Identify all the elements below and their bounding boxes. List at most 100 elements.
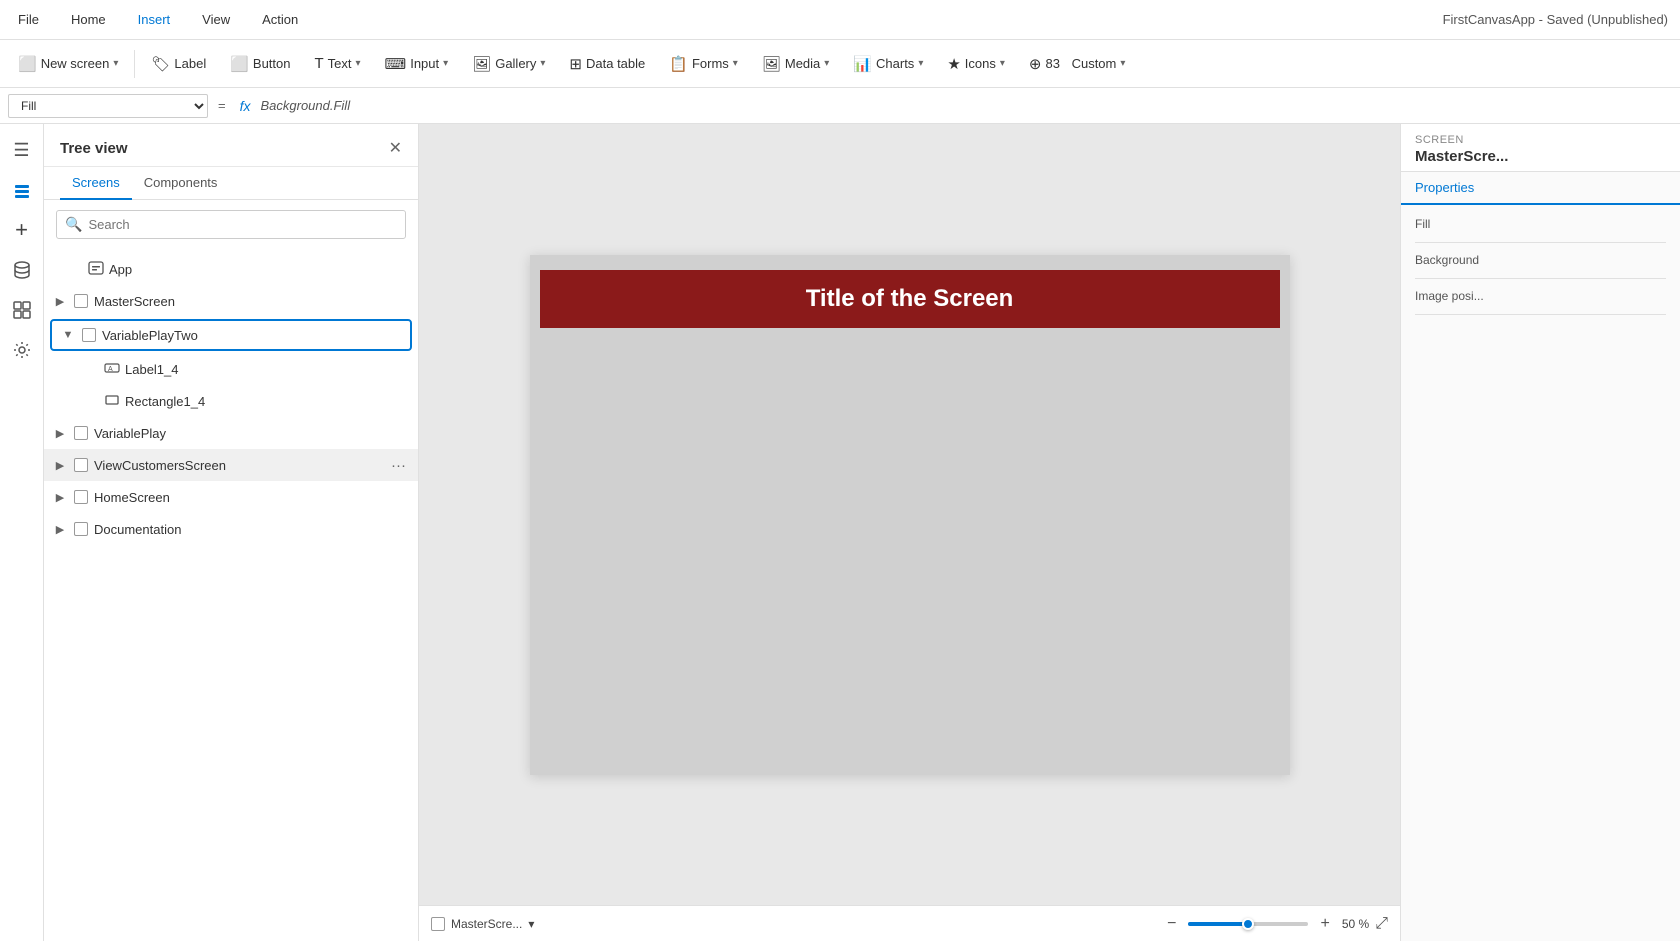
toolbar: ⬜ New screen ▾ 🏷 Label ⬜ Button T Text ▾… bbox=[0, 40, 1680, 88]
tree-item-documentation[interactable]: ▶ Documentation bbox=[44, 513, 418, 545]
zoom-percentage: 50 % bbox=[1342, 917, 1369, 931]
prop-imagepos-label: Image posi... bbox=[1415, 289, 1666, 303]
tree-item-rectangle1-4-label: Rectangle1_4 bbox=[125, 394, 205, 409]
homescreen-checkbox[interactable] bbox=[74, 490, 88, 504]
equals-icon: = bbox=[214, 98, 230, 113]
search-input[interactable] bbox=[88, 217, 397, 232]
text-button[interactable]: T Text ▾ bbox=[305, 50, 371, 77]
fullscreen-button[interactable]: ⤢ bbox=[1375, 915, 1388, 933]
button-button[interactable]: ⬜ Button bbox=[220, 50, 300, 78]
zoom-out-button[interactable]: − bbox=[1161, 913, 1182, 935]
chevron-right-icon: ▶ bbox=[52, 293, 68, 309]
prop-background: Background bbox=[1415, 253, 1666, 279]
input-button[interactable]: ⌨ Input ▾ bbox=[375, 50, 459, 78]
no-chevron bbox=[88, 393, 104, 409]
input-icon: ⌨ bbox=[385, 55, 407, 73]
icons-button[interactable]: ★ Icons ▾ bbox=[937, 50, 1015, 78]
text-icon: T bbox=[315, 55, 324, 72]
tree-item-viewcustomersscreen-label: ViewCustomersScreen bbox=[94, 458, 226, 473]
screen-title-bar: Title of the Screen bbox=[540, 270, 1280, 328]
chevron-icon bbox=[72, 261, 88, 277]
settings-icon[interactable] bbox=[4, 332, 40, 368]
database-icon[interactable] bbox=[4, 252, 40, 288]
chevron-right-icon: ▶ bbox=[52, 425, 68, 441]
tree-item-viewcustomersscreen[interactable]: ▶ ViewCustomersScreen ··· bbox=[44, 449, 418, 481]
tree-item-variableplay-label: VariablePlay bbox=[94, 426, 166, 441]
new-screen-icon: ⬜ bbox=[18, 55, 37, 73]
fx-icon: fx bbox=[236, 98, 255, 114]
menu-action[interactable]: Action bbox=[256, 8, 304, 31]
tree-item-masterscreen-label: MasterScreen bbox=[94, 294, 175, 309]
tree-close-button[interactable]: ✕ bbox=[389, 138, 402, 158]
tree-item-masterscreen[interactable]: ▶ MasterScreen bbox=[44, 285, 418, 317]
zoom-in-button[interactable]: + bbox=[1314, 913, 1335, 935]
viewcustomersscreen-checkbox[interactable] bbox=[74, 458, 88, 472]
tree-item-variableplay[interactable]: ▶ VariablePlay bbox=[44, 417, 418, 449]
forms-button[interactable]: 📋 Forms ▾ bbox=[659, 50, 748, 78]
masterscreen-checkbox[interactable] bbox=[74, 294, 88, 308]
tab-screens[interactable]: Screens bbox=[60, 167, 132, 200]
tree-item-homescreen-label: HomeScreen bbox=[94, 490, 170, 505]
tree-item-app[interactable]: App bbox=[44, 253, 418, 285]
documentation-checkbox[interactable] bbox=[74, 522, 88, 536]
screen-indicator[interactable]: MasterScre... ▾ bbox=[431, 917, 534, 931]
menu-home[interactable]: Home bbox=[65, 8, 112, 31]
right-panel: SCREEN MasterScre... Properties Fill Bac… bbox=[1400, 124, 1680, 941]
panel-section-label: SCREEN bbox=[1415, 134, 1666, 146]
tab-components[interactable]: Components bbox=[132, 167, 230, 200]
screen-title-text: Title of the Screen bbox=[806, 285, 1014, 313]
prop-background-value[interactable] bbox=[1415, 270, 1666, 279]
variableplay-checkbox[interactable] bbox=[74, 426, 88, 440]
prop-fill-value[interactable] bbox=[1415, 234, 1666, 243]
more-options-button[interactable]: ··· bbox=[387, 457, 410, 474]
hamburger-icon[interactable]: ☰ bbox=[4, 132, 40, 168]
layers-icon[interactable] bbox=[4, 172, 40, 208]
charts-icon: 📊 bbox=[853, 55, 872, 73]
gallery-button[interactable]: 🖼 Gallery ▾ bbox=[462, 50, 555, 78]
variableplaytwo-checkbox[interactable] bbox=[82, 328, 96, 342]
menu-view[interactable]: View bbox=[196, 8, 236, 31]
prop-imagepos-value[interactable] bbox=[1415, 306, 1666, 315]
label-icon: 🏷 bbox=[151, 55, 170, 73]
canvas-screen[interactable]: Title of the Screen bbox=[530, 255, 1290, 775]
components-icon[interactable] bbox=[4, 292, 40, 328]
media-button[interactable]: 🖼 Media ▾ bbox=[752, 50, 840, 78]
screen-indicator-label: MasterScre... bbox=[451, 917, 522, 931]
app-icon bbox=[88, 260, 104, 279]
zoom-slider[interactable] bbox=[1188, 922, 1308, 926]
label-button[interactable]: 🏷 Label bbox=[141, 50, 216, 78]
label-tree-icon: A bbox=[104, 360, 120, 379]
chevron-right-icon: ▶ bbox=[52, 521, 68, 537]
custom-button[interactable]: ⊕ 83 Custom ▾ bbox=[1019, 50, 1136, 78]
menu-file[interactable]: File bbox=[12, 8, 45, 31]
screen-indicator-chevron[interactable]: ▾ bbox=[528, 917, 534, 931]
data-table-button[interactable]: ⊞ Data table bbox=[559, 50, 655, 78]
tree-header: Tree view ✕ bbox=[44, 124, 418, 167]
charts-button[interactable]: 📊 Charts ▾ bbox=[843, 50, 933, 78]
zoom-slider-thumb[interactable] bbox=[1242, 918, 1254, 930]
custom-count: 83 bbox=[1045, 56, 1059, 71]
rectangle-tree-icon bbox=[104, 392, 120, 411]
formula-input[interactable] bbox=[260, 98, 1672, 113]
variableplaytwo-name-input[interactable] bbox=[102, 328, 402, 343]
new-screen-button[interactable]: ⬜ New screen ▾ bbox=[8, 50, 128, 78]
panel-tab-properties[interactable]: Properties bbox=[1401, 172, 1488, 205]
tree-item-variableplaytwo[interactable]: ▼ bbox=[50, 319, 412, 351]
canvas-viewport[interactable]: Title of the Screen bbox=[419, 124, 1400, 905]
tree-item-rectangle1-4[interactable]: Rectangle1_4 bbox=[44, 385, 418, 417]
tree-panel: Tree view ✕ Screens Components 🔍 App ▶ bbox=[44, 124, 419, 941]
panel-screen-name: MasterScre... bbox=[1415, 148, 1666, 165]
property-dropdown[interactable]: Fill bbox=[8, 94, 208, 118]
tree-item-label1-4[interactable]: A Label1_4 bbox=[44, 353, 418, 385]
canvas-area: Title of the Screen MasterScre... ▾ − + … bbox=[419, 124, 1400, 941]
media-icon: 🖼 bbox=[762, 55, 781, 73]
data-table-icon: ⊞ bbox=[569, 55, 582, 73]
chevron-down-icon: ▼ bbox=[60, 327, 76, 343]
add-icon[interactable]: + bbox=[4, 212, 40, 248]
zoom-controls: − + 50 % ⤢ bbox=[1161, 913, 1388, 935]
screen-indicator-checkbox bbox=[431, 917, 445, 931]
custom-icon: ⊕ bbox=[1029, 55, 1042, 73]
svg-text:A: A bbox=[108, 366, 113, 373]
menu-insert[interactable]: Insert bbox=[132, 8, 177, 31]
tree-item-homescreen[interactable]: ▶ HomeScreen bbox=[44, 481, 418, 513]
